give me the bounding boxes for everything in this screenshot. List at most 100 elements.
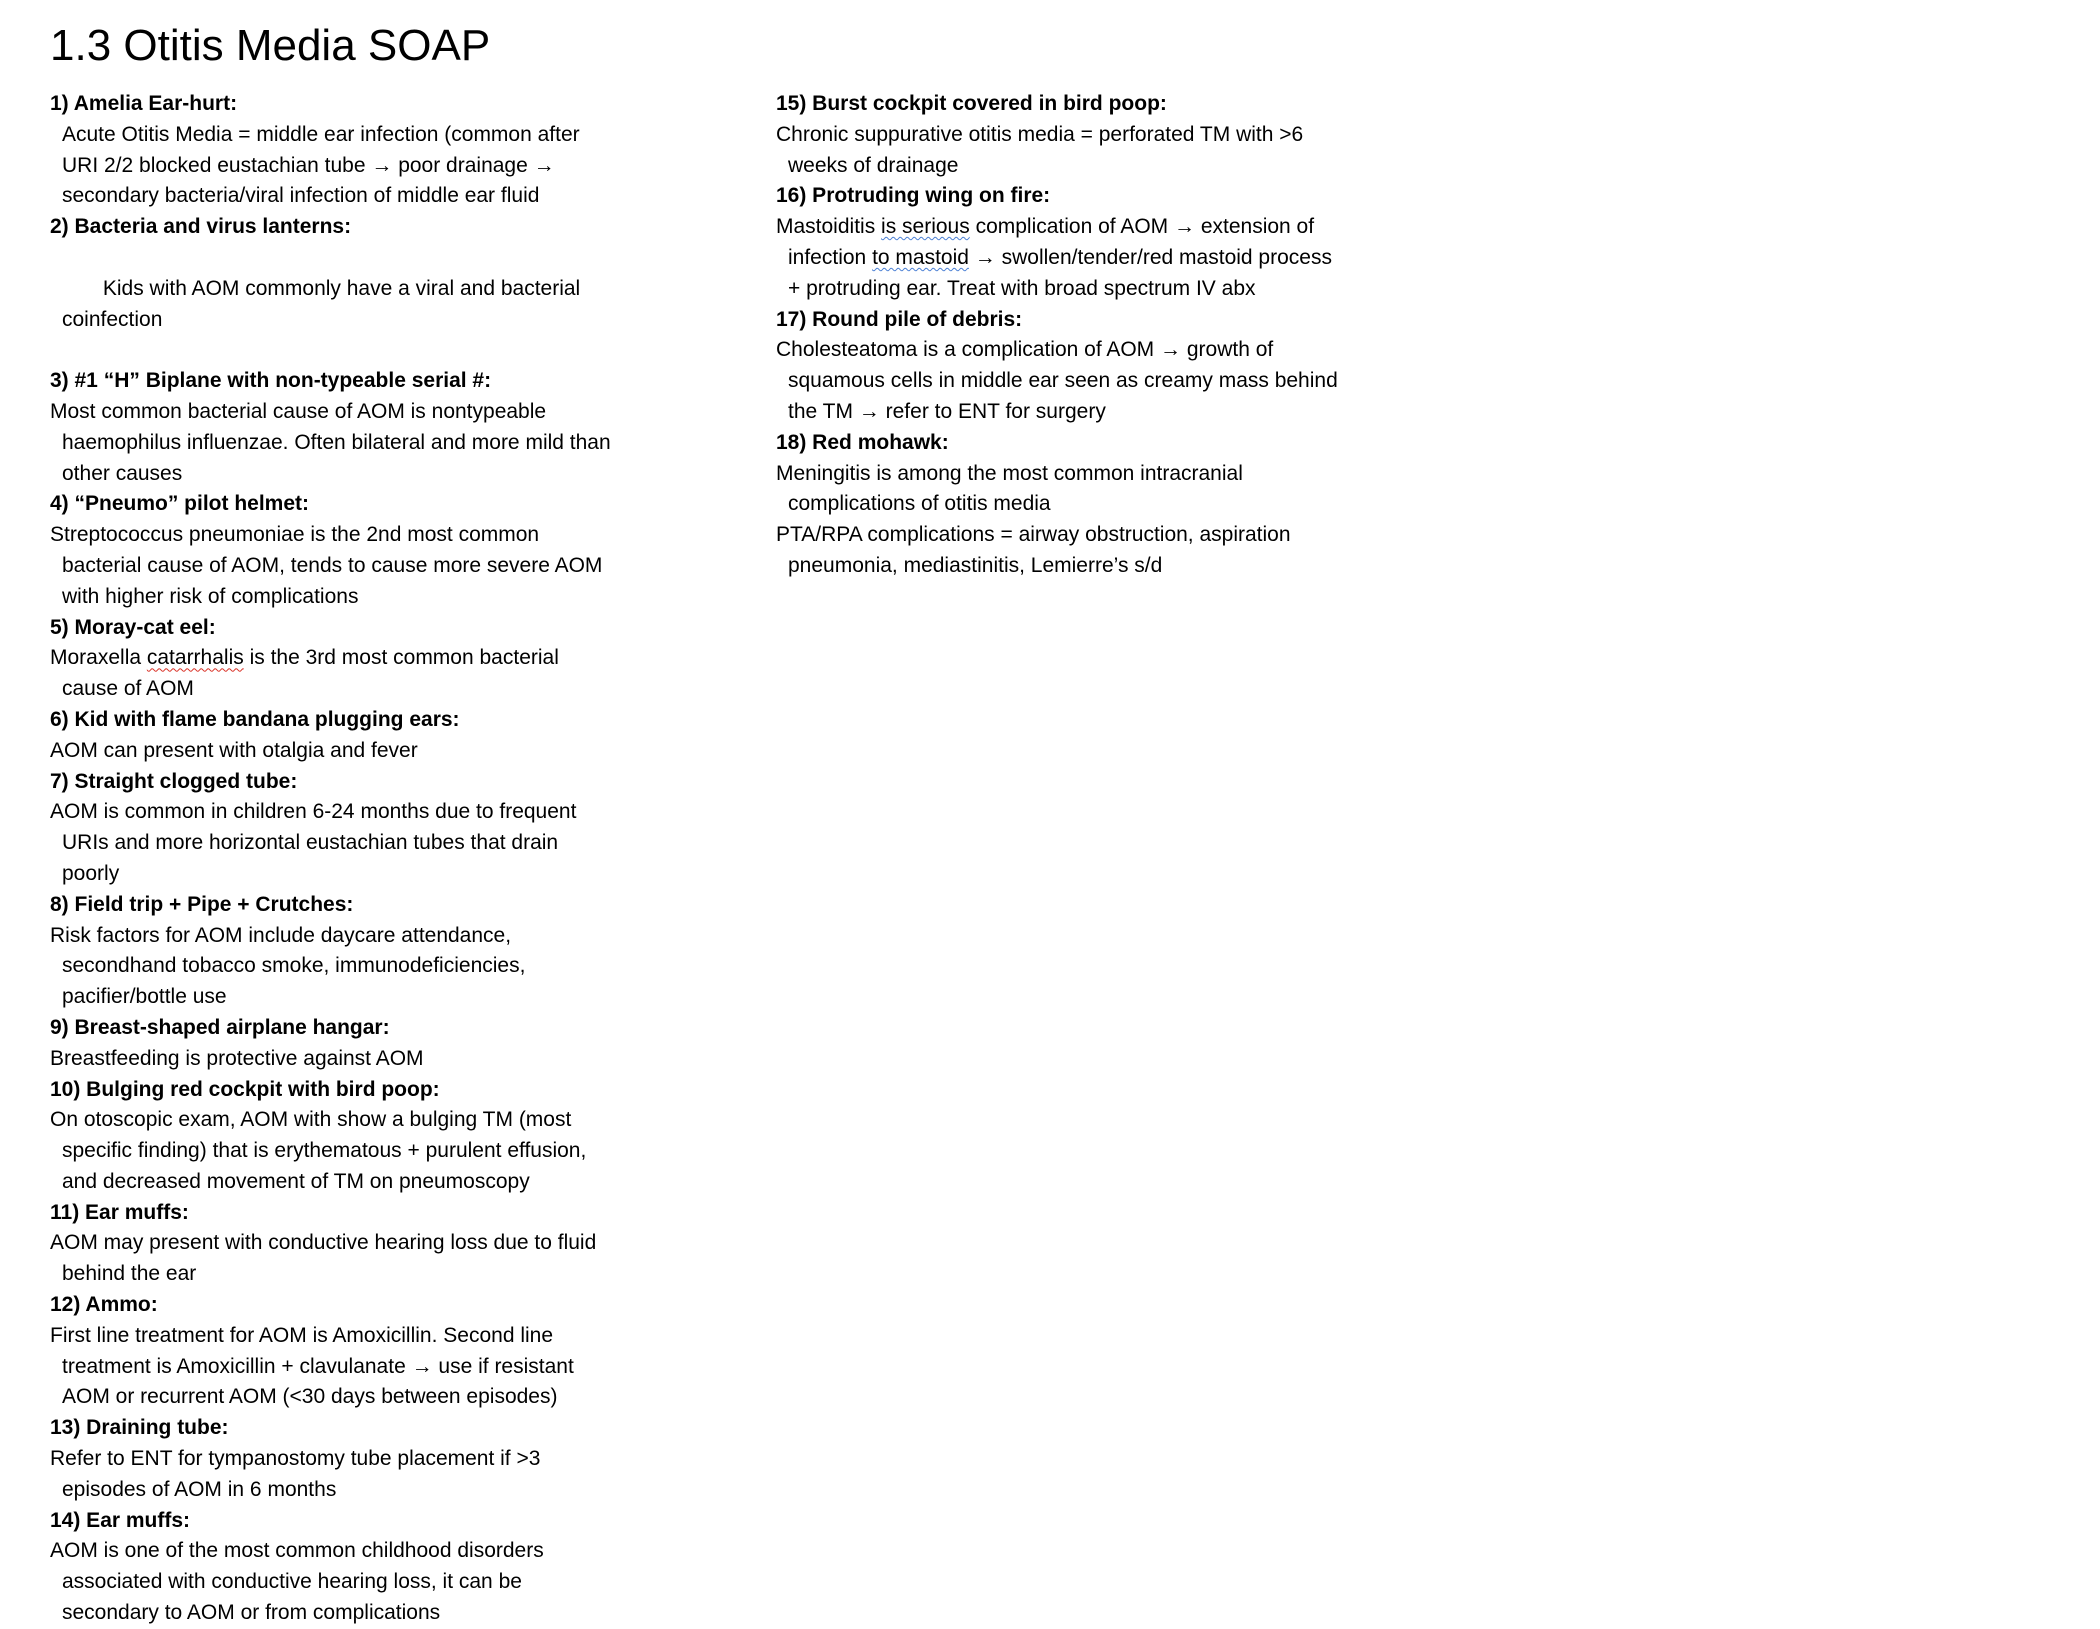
entry-heading: 2) Bacteria and virus lanterns: <box>50 215 352 239</box>
entry-body: Meningitis is among the most common intr… <box>776 459 1496 521</box>
entry-line: Most common bacterial cause of AOM is no… <box>50 399 547 423</box>
entry-8: 8) Field trip + Pipe + Crutches: Risk fa… <box>50 890 730 1013</box>
entry-line: Kids with AOM commonly have a viral and … <box>97 276 581 300</box>
entry-line: infection <box>788 245 873 269</box>
entry-line: Risk factors for AOM include daycare att… <box>50 923 512 947</box>
entry-body: Most common bacterial cause of AOM is no… <box>50 397 730 489</box>
entry-line: PTA/RPA complications = airway obstructi… <box>776 523 1291 547</box>
entry-13: 13) Draining tube: Refer to ENT for tymp… <box>50 1413 730 1505</box>
entry-5: 5) Moray-cat eel: Moraxella catarrhalis … <box>50 613 730 705</box>
entry-body: Refer to ENT for tympanostomy tube place… <box>50 1444 730 1506</box>
entry-line: On otoscopic exam, AOM with show a bulgi… <box>50 1108 572 1132</box>
entry-line: treatment is Amoxicillin + clavulanate →… <box>62 1354 574 1378</box>
entry-heading: 9) Breast-shaped airplane hangar: <box>50 1015 390 1039</box>
entry-14: 14) Ear muffs: AOM is one of the most co… <box>50 1506 730 1629</box>
entry-line: the TM → refer to ENT for surgery <box>788 399 1106 423</box>
entry-line: + protruding ear. Treat with broad spect… <box>788 276 1256 300</box>
entry-line: complications of otitis media <box>788 492 1051 516</box>
entry-1: 1) Amelia Ear-hurt: Acute Otitis Media =… <box>50 89 730 212</box>
entry-body: First line treatment for AOM is Amoxicil… <box>50 1321 730 1413</box>
entry-line: URIs and more horizontal eustachian tube… <box>62 831 559 855</box>
entry-body: PTA/RPA complications = airway obstructi… <box>776 520 1496 582</box>
entry-line: and decreased movement of TM on pneumosc… <box>62 1169 530 1193</box>
entry-line: Cholesteatoma is a complication of AOM →… <box>776 338 1274 362</box>
entry-line: Streptococcus pneumoniae is the 2nd most… <box>50 523 540 547</box>
entry-line: Refer to ENT for tympanostomy tube place… <box>50 1447 541 1471</box>
entry-16: 16) Protruding wing on fire: Mastoiditis… <box>776 181 1496 304</box>
entry-body: Streptococcus pneumoniae is the 2nd most… <box>50 520 730 612</box>
entry-heading: 16) Protruding wing on fire: <box>776 184 1051 208</box>
entry-line: URI 2/2 blocked eustachian tube → poor d… <box>62 153 555 177</box>
entry-line: other causes <box>62 461 183 485</box>
entry-body: Breastfeeding is protective against AOM <box>50 1044 730 1075</box>
entry-line: pacifier/bottle use <box>62 985 227 1009</box>
entry-17: 17) Round pile of debris: Cholesteatoma … <box>776 305 1496 428</box>
entry-line: Mastoiditis <box>776 215 882 239</box>
entry-heading: 17) Round pile of debris: <box>776 307 1023 331</box>
entry-line: AOM can present with otalgia and fever <box>50 738 418 762</box>
entry-line: with higher risk of complications <box>62 584 359 608</box>
entry-line: First line treatment for AOM is Amoxicil… <box>50 1323 554 1347</box>
entry-heading: 15) Burst cockpit covered in bird poop: <box>776 92 1167 115</box>
entry-line: haemophilus influenzae. Often bilateral … <box>62 430 611 454</box>
entry-9: 9) Breast-shaped airplane hangar: Breast… <box>50 1013 730 1075</box>
entry-2: 2) Bacteria and virus lanterns: Kids wit… <box>50 212 730 366</box>
spellcheck-flagged-word[interactable]: catarrhalis <box>147 646 244 669</box>
left-column: 1) Amelia Ear-hurt: Acute Otitis Media =… <box>50 89 730 1629</box>
entry-line: cause of AOM <box>62 677 194 701</box>
entry-line: is the 3rd most common bacterial <box>243 646 559 670</box>
entry-7: 7) Straight clogged tube: AOM is common … <box>50 767 730 890</box>
entry-line: Moraxella <box>50 646 147 670</box>
entry-line: AOM may present with conductive hearing … <box>50 1231 597 1255</box>
entry-heading: 5) Moray-cat eel: <box>50 615 216 639</box>
entry-line: squamous cells in middle ear seen as cre… <box>788 369 1338 393</box>
entry-10: 10) Bulging red cockpit with bird poop: … <box>50 1075 730 1198</box>
grammar-flagged-phrase[interactable]: to mastoid <box>872 246 969 269</box>
entry-line: Acute Otitis Media = middle ear infectio… <box>62 122 580 146</box>
entry-line: secondhand tobacco smoke, immunodeficien… <box>62 954 526 978</box>
entry-body: Chronic suppurative otitis media = perfo… <box>776 120 1496 182</box>
entry-line: associated with conductive hearing loss,… <box>62 1570 522 1594</box>
entry-heading: 4) “Pneumo” pilot helmet: <box>50 492 310 516</box>
entry-line: specific finding) that is erythematous +… <box>62 1139 587 1163</box>
entry-heading: 18) Red mohawk: <box>776 430 949 454</box>
entry-line: AOM is one of the most common childhood … <box>50 1539 544 1563</box>
entry-line: Chronic suppurative otitis media = perfo… <box>776 122 1304 146</box>
entry-18: 18) Red mohawk: Meningitis is among the … <box>776 428 1496 582</box>
entry-body: AOM is one of the most common childhood … <box>50 1536 730 1628</box>
entry-body: Cholesteatoma is a complication of AOM →… <box>776 335 1496 427</box>
entry-15: 15) Burst cockpit covered in bird poop: … <box>776 89 1496 181</box>
entry-line: poorly <box>62 861 120 885</box>
entry-body: Mastoiditis is serious complication of A… <box>776 212 1496 304</box>
page-title: 1.3 Otitis Media SOAP <box>50 21 491 70</box>
entry-heading: 6) Kid with flame bandana plugging ears: <box>50 707 460 731</box>
entry-heading: 3) #1 “H” Biplane with non-typeable seri… <box>50 369 492 393</box>
entry-body: Acute Otitis Media = middle ear infectio… <box>50 120 730 212</box>
entry-heading: 1) Amelia Ear-hurt: <box>50 92 238 115</box>
grammar-flagged-phrase[interactable]: is serious <box>881 215 970 238</box>
entry-3: 3) #1 “H” Biplane with non-typeable seri… <box>50 366 730 489</box>
entry-body: Risk factors for AOM include daycare att… <box>50 921 730 1013</box>
entry-line: Breastfeeding is protective against AOM <box>50 1046 424 1070</box>
entry-line: complication of AOM → extension of <box>969 215 1315 239</box>
entry-body: Moraxella catarrhalis is the 3rd most co… <box>50 643 730 705</box>
entry-line: secondary to AOM or from complications <box>62 1601 441 1625</box>
entry-heading: 8) Field trip + Pipe + Crutches: <box>50 892 354 916</box>
entry-line: bacterial cause of AOM, tends to cause m… <box>62 553 603 577</box>
entry-heading: 10) Bulging red cockpit with bird poop: <box>50 1077 440 1101</box>
entry-line: weeks of drainage <box>788 153 959 177</box>
entry-6: 6) Kid with flame bandana plugging ears:… <box>50 705 730 767</box>
entry-heading: 13) Draining tube: <box>50 1416 229 1440</box>
entry-line: coinfection <box>62 307 163 331</box>
entry-line: episodes of AOM in 6 months <box>62 1477 337 1501</box>
entry-heading: 11) Ear muffs: <box>50 1200 189 1224</box>
entry-line: pneumonia, mediastinitis, Lemierre’s s/d <box>788 553 1163 577</box>
entry-body: On otoscopic exam, AOM with show a bulgi… <box>50 1105 730 1197</box>
entry-line: secondary bacteria/viral infection of mi… <box>62 184 540 208</box>
right-column: 15) Burst cockpit covered in bird poop: … <box>776 89 1496 582</box>
entry-body: AOM is common in children 6-24 months du… <box>50 797 730 889</box>
entry-heading: 7) Straight clogged tube: <box>50 769 298 793</box>
entry-line: → swollen/tender/red mastoid process <box>968 245 1332 269</box>
entry-body: AOM can present with otalgia and fever <box>50 736 730 767</box>
entry-heading: 12) Ammo: <box>50 1293 158 1317</box>
